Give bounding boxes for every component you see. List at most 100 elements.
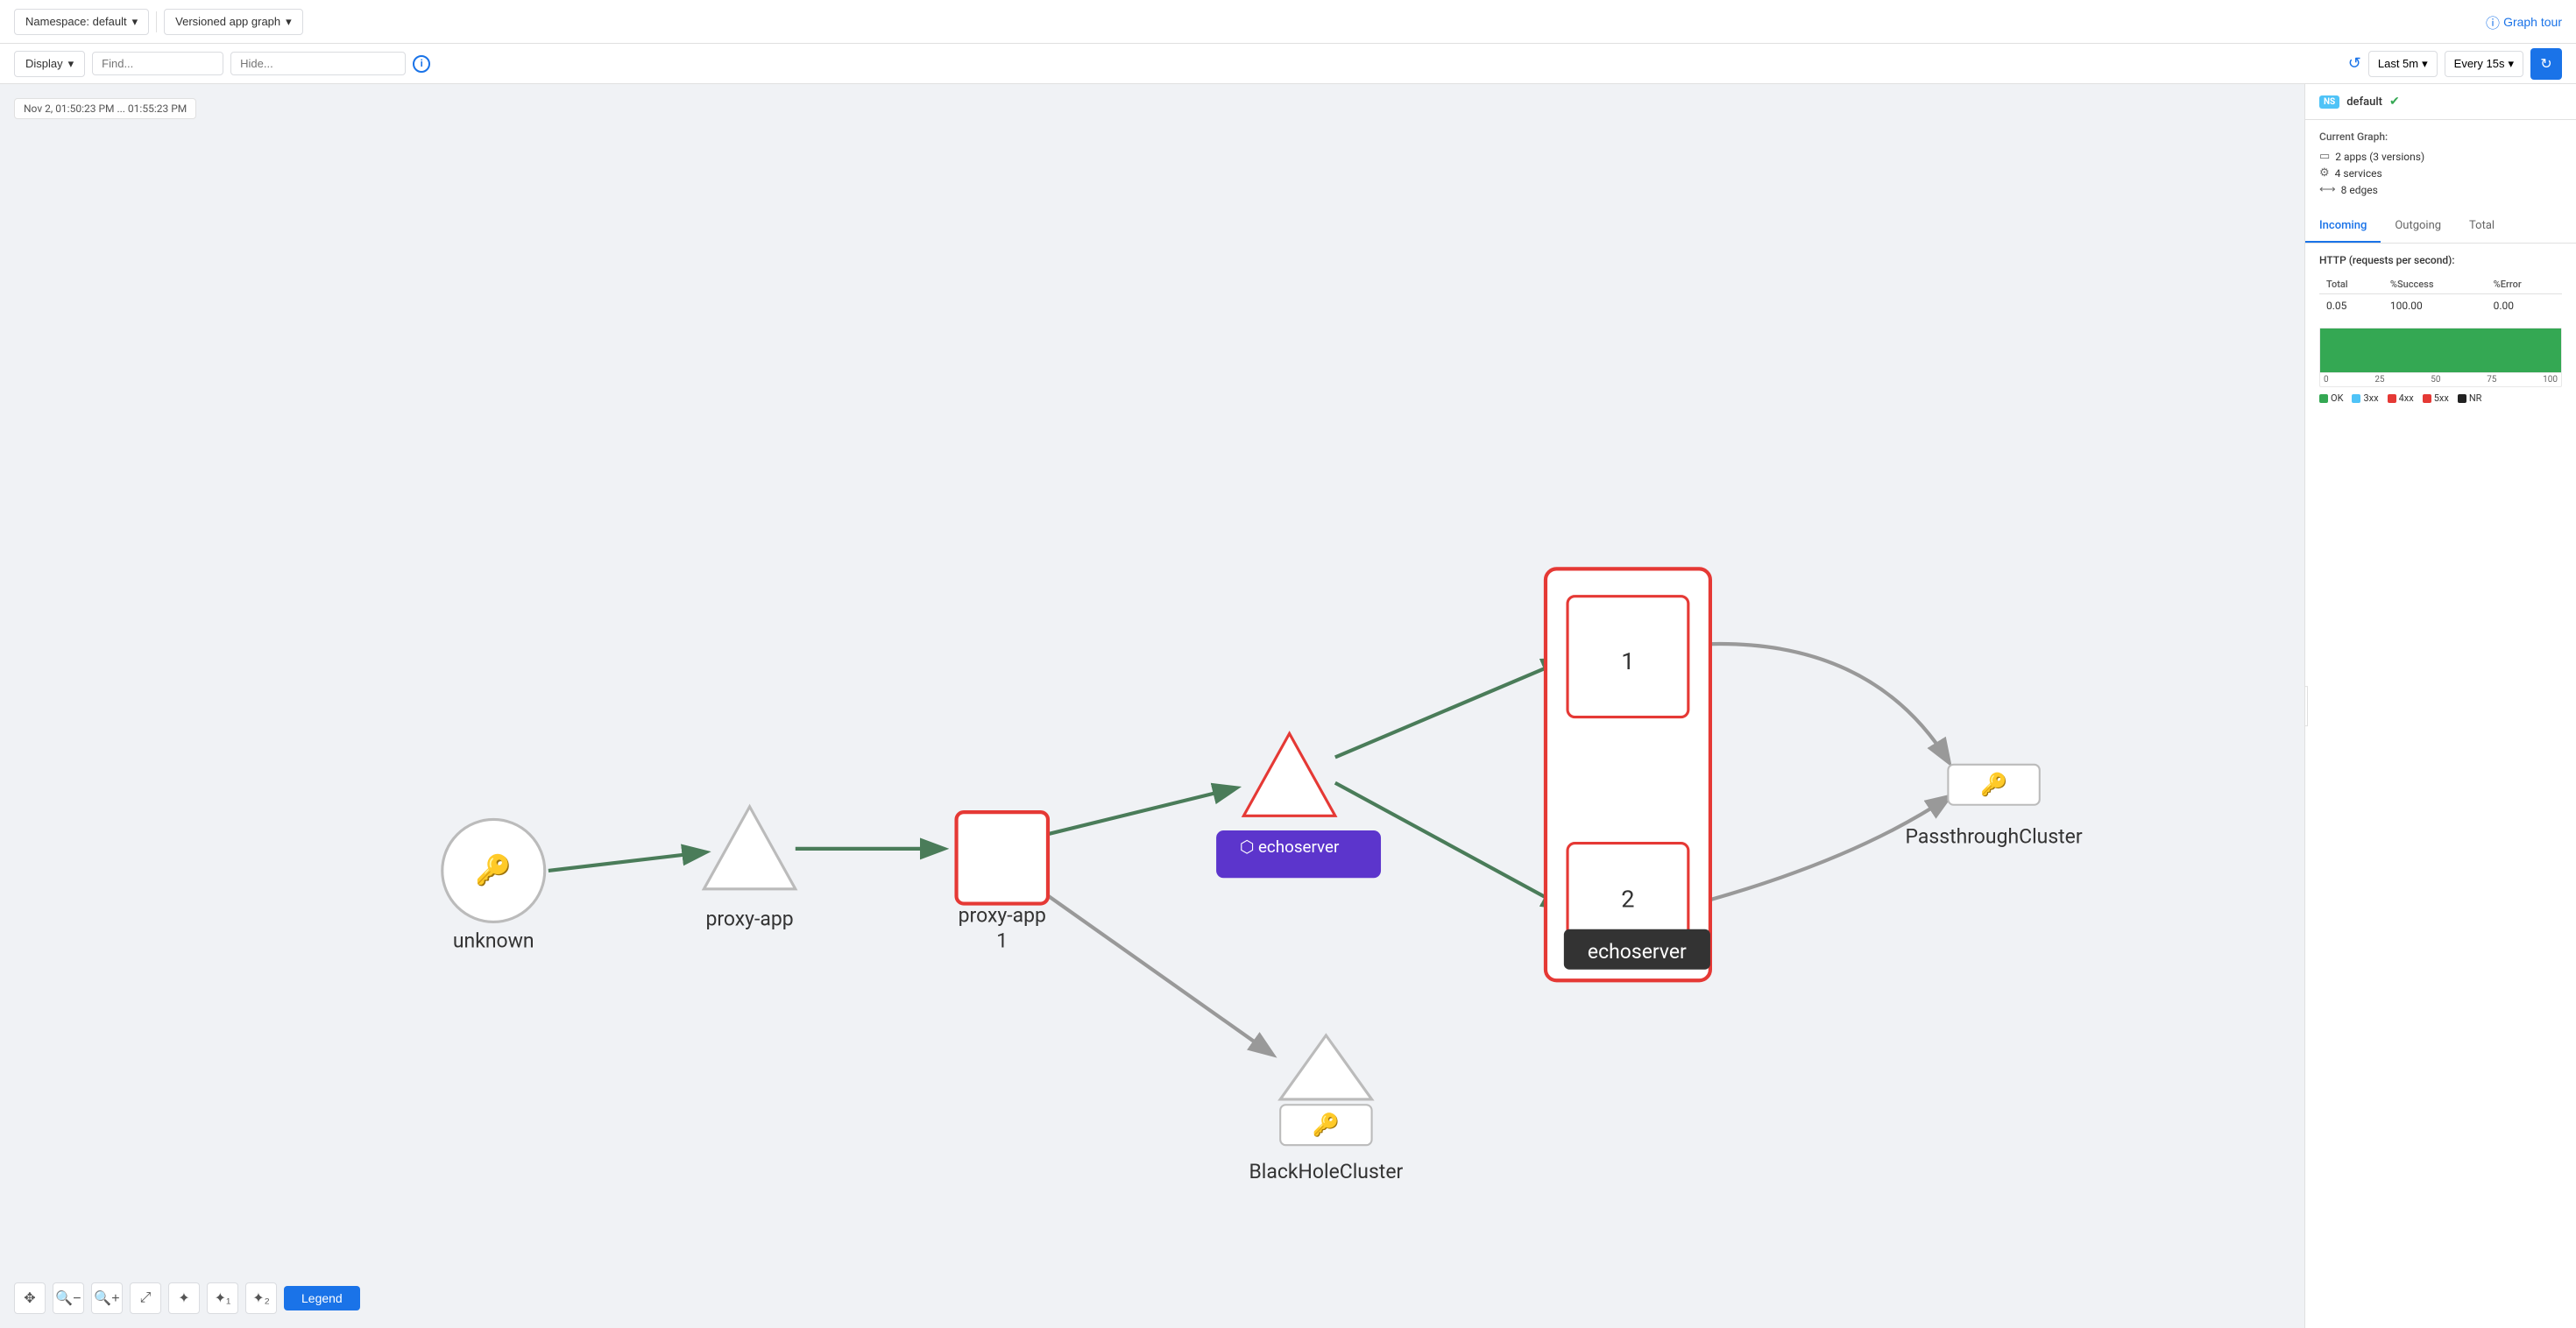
legend-ok-label: OK (2331, 392, 2343, 404)
http-title: HTTP (requests per second): (2319, 254, 2562, 266)
axis-50: 50 (2431, 375, 2440, 385)
right-panel: » Hide NS default ✔ Current Graph: ▭ 2 a… (2304, 84, 2576, 1328)
refresh-button[interactable]: ↻ (2530, 48, 2562, 80)
tab-outgoing[interactable]: Outgoing (2381, 210, 2455, 243)
legend-ok-dot (2319, 394, 2328, 403)
panel-graph-summary: Current Graph: ▭ 2 apps (3 versions) ⚙ 4… (2305, 120, 2576, 210)
chart-legend: OK 3xx 4xx 5xx NR (2319, 392, 2562, 404)
col-error: %Error (2487, 275, 2562, 294)
node-proxy-app[interactable] (704, 807, 795, 889)
top-bar-right: ⓘ Graph tour (2486, 11, 2562, 32)
col-success: %Success (2383, 275, 2487, 294)
metrics-row: 0.05 100.00 0.00 (2319, 294, 2562, 318)
move-tool-button[interactable]: ✥ (14, 1282, 46, 1314)
time-range-label: Last 5m (2378, 57, 2418, 70)
chevron-down-icon: ▾ (132, 15, 138, 29)
top-toolbar: Namespace: default ▾ Versioned app graph… (0, 0, 2576, 44)
panel-tabs: Incoming Outgoing Total (2305, 210, 2576, 244)
hide-panel-button[interactable]: » Hide (2304, 686, 2308, 726)
axis-0: 0 (2324, 375, 2329, 385)
graph-2-button[interactable]: ✦₂ (245, 1282, 277, 1314)
apps-icon: ▭ (2319, 150, 2330, 163)
label-proxy-app-1b: 1 (996, 929, 1008, 953)
legend-4xx-dot (2388, 394, 2396, 403)
legend-5xx: 5xx (2423, 392, 2449, 404)
chevron-down-icon-5: ▾ (2508, 57, 2514, 71)
axis-25: 25 (2374, 375, 2384, 385)
tab-total[interactable]: Total (2455, 210, 2509, 243)
info-icon[interactable]: i (413, 55, 430, 73)
legend-nr: NR (2458, 392, 2482, 404)
apps-stat: ▭ 2 apps (3 versions) (2319, 150, 2562, 163)
help-circle-icon: ⓘ (2486, 11, 2500, 32)
namespace-label: Namespace: default (25, 15, 127, 28)
graph-summary-title: Current Graph: (2319, 131, 2562, 143)
edges-stat: ⟷ 8 edges (2319, 183, 2562, 196)
graph-tour-button[interactable]: ⓘ Graph tour (2486, 11, 2562, 32)
legend-ok: OK (2319, 392, 2343, 404)
interval-label: Every 15s (2454, 57, 2505, 70)
edge-unknown-proxy (548, 852, 704, 871)
legend-nr-label: NR (2469, 392, 2482, 404)
legend-nr-dot (2458, 394, 2466, 403)
label-passthrough: PassthroughCluster (1906, 825, 2083, 849)
legend-button[interactable]: Legend (284, 1286, 360, 1310)
graph-tour-label: Graph tour (2503, 15, 2562, 29)
find-input[interactable] (92, 52, 223, 75)
zoom-out-button[interactable]: 🔍− (53, 1282, 84, 1314)
node-proxy-app-1[interactable] (957, 812, 1048, 903)
node-echoserver-vs-triangle[interactable] (1243, 733, 1334, 816)
ns-badge: NS (2319, 95, 2339, 109)
chevron-down-icon-2: ▾ (286, 15, 292, 29)
graph-area[interactable]: Nov 2, 01:50:23 PM ... 01:55:23 PM (0, 84, 2304, 1328)
legend-4xx: 4xx (2388, 392, 2414, 404)
history-icon: ↺ (2348, 54, 2361, 73)
services-stat: ⚙ 4 services (2319, 166, 2562, 180)
edge-proxyapp1-vs (1048, 788, 1235, 834)
services-icon: ⚙ (2319, 166, 2330, 180)
axis-75: 75 (2487, 375, 2496, 385)
legend-3xx-label: 3xx (2363, 392, 2378, 404)
time-range-dropdown[interactable]: Last 5m ▾ (2368, 51, 2438, 77)
namespace-dropdown[interactable]: Namespace: default ▾ (14, 9, 149, 35)
second-bar-right: ↺ Last 5m ▾ Every 15s ▾ ↻ (2348, 48, 2562, 80)
graph-type-dropdown[interactable]: Versioned app graph ▾ (164, 9, 303, 35)
graph-type-label: Versioned app graph (175, 15, 280, 28)
display-dropdown[interactable]: Display ▾ (14, 51, 85, 77)
legend-3xx: 3xx (2352, 392, 2378, 404)
chevron-down-icon-3: ▾ (68, 57, 74, 71)
edges-label: 8 edges (2341, 184, 2378, 196)
legend-5xx-label: 5xx (2434, 392, 2449, 404)
timestamp-label: Nov 2, 01:50:23 PM ... 01:55:23 PM (14, 98, 196, 119)
legend-5xx-dot (2423, 394, 2431, 403)
healthy-icon: ✔ (2389, 95, 2400, 109)
label-proxy-app-1: proxy-app (959, 903, 1046, 927)
panel-header: NS default ✔ (2305, 84, 2576, 120)
label-echo-2: 2 (1621, 886, 1634, 914)
legend-3xx-dot (2352, 394, 2360, 403)
main-layout: Nov 2, 01:50:23 PM ... 01:55:23 PM (0, 84, 2576, 1328)
val-total: 0.05 (2319, 294, 2383, 318)
col-total: Total (2319, 275, 2383, 294)
edge-vs-echo1 (1335, 660, 1564, 758)
hide-input[interactable] (230, 52, 406, 75)
graph-all-button[interactable]: ✦ (168, 1282, 200, 1314)
fit-view-button[interactable]: ⤢ (130, 1282, 161, 1314)
zoom-in-button[interactable]: 🔍+ (91, 1282, 123, 1314)
display-label: Display (25, 57, 63, 70)
bottom-toolbar: ✥ 🔍− 🔍+ ⤢ ✦ ✦₁ ✦₂ Legend (14, 1282, 360, 1314)
node-blackhole-triangle[interactable] (1280, 1035, 1371, 1099)
chart-bar-ok (2320, 328, 2561, 372)
panel-content: HTTP (requests per second): Total %Succe… (2305, 244, 2576, 414)
interval-dropdown[interactable]: Every 15s ▾ (2445, 51, 2523, 77)
graph-1-button[interactable]: ✦₁ (207, 1282, 238, 1314)
label-proxy-app: proxy-app (705, 908, 793, 931)
edge-proxy-blackhole (1033, 886, 1270, 1054)
label-echoserver-dark: echoserver (1588, 940, 1687, 964)
second-toolbar: Display ▾ i ↺ Last 5m ▾ Every 15s ▾ ↻ (0, 44, 2576, 84)
label-echo-1: 1 (1621, 647, 1634, 675)
tab-incoming[interactable]: Incoming (2305, 210, 2381, 243)
namespace-name: default (2346, 95, 2382, 109)
graph-svg: 🔑 unknown proxy-app proxy-app 1 ⬡ echose… (0, 84, 2304, 1328)
services-label: 4 services (2335, 167, 2382, 180)
